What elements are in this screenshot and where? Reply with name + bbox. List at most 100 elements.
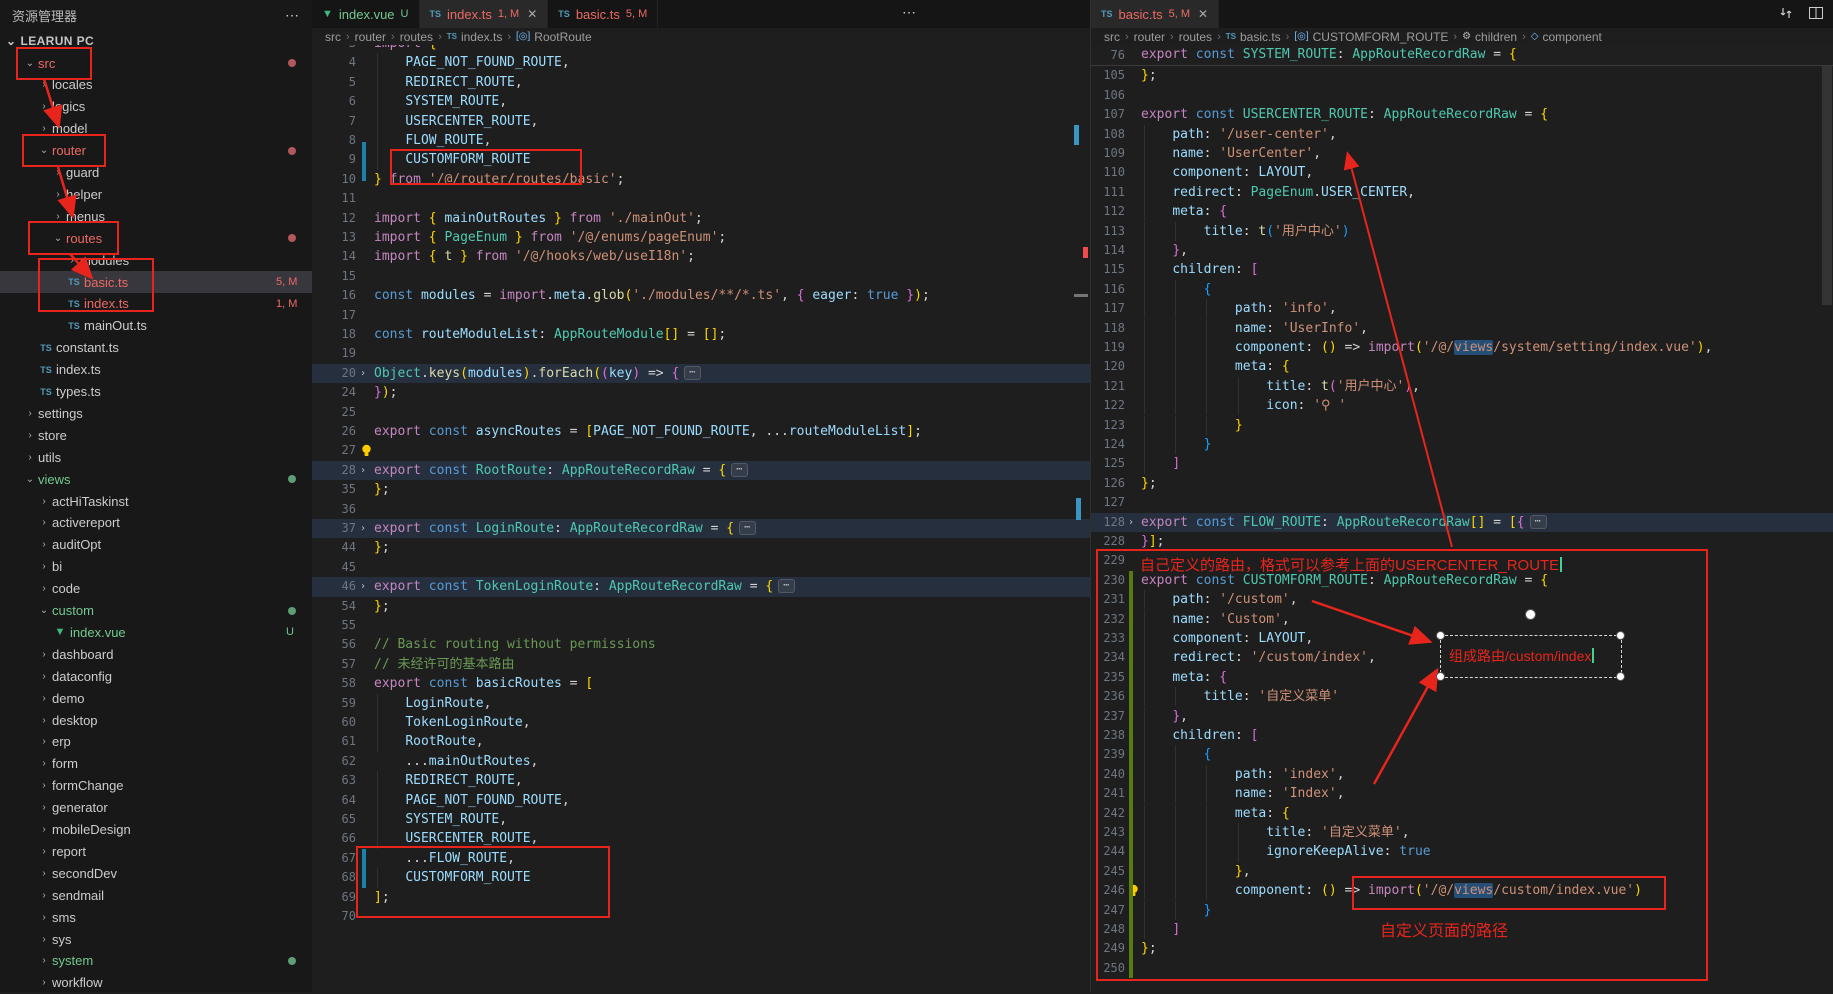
code-line-117[interactable]: 117 path: 'info',: [1091, 299, 1833, 318]
tree-item-sendmail[interactable]: ›sendmail: [0, 884, 312, 906]
code-line-242[interactable]: 242 meta: {: [1091, 804, 1833, 823]
tree-item-store[interactable]: ›store: [0, 424, 312, 446]
selection-handle[interactable]: [1616, 672, 1625, 681]
code-line-17[interactable]: 17: [312, 306, 1090, 325]
code-line-68[interactable]: 68 CUSTOMFORM_ROUTE: [312, 868, 1090, 887]
tab-index-ts[interactable]: TSindex.ts1, M✕: [420, 0, 549, 28]
code-line-37[interactable]: 37›export const LoginRoute: AppRouteReco…: [312, 519, 1090, 538]
folded-code-icon[interactable]: ⋯: [778, 579, 795, 593]
code-line-240[interactable]: 240 path: 'index',: [1091, 765, 1833, 784]
code-line-66[interactable]: 66 USERCENTER_ROUTE,: [312, 829, 1090, 848]
code-line-119[interactable]: 119 component: () => import('/@/views/sy…: [1091, 338, 1833, 357]
code-line-57[interactable]: 57// 未经许可的基本路由: [312, 655, 1090, 674]
close-icon[interactable]: ✕: [1198, 7, 1208, 21]
tree-item-utils[interactable]: ›utils: [0, 446, 312, 468]
code-line-127[interactable]: 127: [1091, 493, 1833, 512]
breadcrumb-CUSTOMFORM_ROUTE[interactable]: [◎]CUSTOMFORM_ROUTE: [1294, 30, 1448, 44]
code-line-70[interactable]: 70: [312, 907, 1090, 926]
code-line-229[interactable]: 229: [1091, 551, 1833, 570]
code-line-55[interactable]: 55: [312, 616, 1090, 635]
code-line-20[interactable]: 20›Object.keys(modules).forEach((key) =>…: [312, 364, 1090, 383]
code-line-236[interactable]: 236 title: '自定义菜单': [1091, 687, 1833, 706]
code-line-118[interactable]: 118 name: 'UserInfo',: [1091, 319, 1833, 338]
tree-item-basic-ts[interactable]: TSbasic.ts5, M: [0, 271, 312, 293]
tree-item-system[interactable]: ›system: [0, 950, 312, 972]
code-line-110[interactable]: 110 component: LAYOUT,: [1091, 163, 1833, 182]
code-line-121[interactable]: 121 title: t('用户中心'),: [1091, 377, 1833, 396]
code-line-5[interactable]: 5 REDIRECT_ROUTE,: [312, 73, 1090, 92]
breadcrumb-RootRoute[interactable]: [◎]RootRoute: [516, 30, 592, 44]
code-line-9[interactable]: 9 CUSTOMFORM_ROUTE: [312, 150, 1090, 169]
code-line-7[interactable]: 7 USERCENTER_ROUTE,: [312, 112, 1090, 131]
code-line-45[interactable]: 45: [312, 558, 1090, 577]
open-changes-icon[interactable]: [1778, 5, 1794, 21]
breadcrumb-index-ts[interactable]: TSindex.ts: [447, 30, 503, 44]
code-line-231[interactable]: 231 path: '/custom',: [1091, 590, 1833, 609]
code-line-239[interactable]: 239 {: [1091, 745, 1833, 764]
code-line-27[interactable]: 27: [312, 441, 1090, 460]
code-line-105[interactable]: 105};: [1091, 66, 1833, 85]
right-code-editor[interactable]: 105};106107export const USERCENTER_ROUTE…: [1091, 45, 1833, 992]
code-line-244[interactable]: 244 ignoreKeepAlive: true: [1091, 842, 1833, 861]
code-line-46[interactable]: 46›export const TokenLoginRoute: AppRout…: [312, 577, 1090, 596]
code-line-60[interactable]: 60 TokenLoginRoute,: [312, 713, 1090, 732]
fold-chevron-icon[interactable]: ›: [360, 364, 366, 383]
code-line-241[interactable]: 241 name: 'Index',: [1091, 784, 1833, 803]
tree-item-form[interactable]: ›form: [0, 753, 312, 775]
code-line-3[interactable]: 3import {: [312, 45, 1090, 53]
code-line-19[interactable]: 19: [312, 344, 1090, 363]
code-line-228[interactable]: 228}];: [1091, 532, 1833, 551]
code-line-237[interactable]: 237 },: [1091, 707, 1833, 726]
code-line-12[interactable]: 12import { mainOutRoutes } from './mainO…: [312, 209, 1090, 228]
tree-item-demo[interactable]: ›demo: [0, 687, 312, 709]
tree-item-sms[interactable]: ›sms: [0, 906, 312, 928]
folded-code-icon[interactable]: ⋯: [739, 521, 756, 535]
tree-item-model[interactable]: ›model: [0, 118, 312, 140]
code-line-120[interactable]: 120 meta: {: [1091, 357, 1833, 376]
code-line-246[interactable]: 246 component: () => import('/@/views/cu…: [1091, 881, 1833, 900]
fold-chevron-icon[interactable]: ›: [360, 577, 366, 596]
tree-item-settings[interactable]: ›settings: [0, 402, 312, 424]
code-line-62[interactable]: 62 ...mainOutRoutes,: [312, 752, 1090, 771]
tree-item-sys[interactable]: ›sys: [0, 928, 312, 950]
tree-item-logics[interactable]: ›logics: [0, 96, 312, 118]
tree-item-constant-ts[interactable]: TSconstant.ts: [0, 337, 312, 359]
code-line-245[interactable]: 245 },: [1091, 862, 1833, 881]
code-line-36[interactable]: 36: [312, 500, 1090, 519]
tree-item-mobileDesign[interactable]: ›mobileDesign: [0, 819, 312, 841]
code-line-15[interactable]: 15: [312, 267, 1090, 286]
code-line-106[interactable]: 106: [1091, 86, 1833, 105]
code-line-4[interactable]: 4 PAGE_NOT_FOUND_ROUTE,: [312, 53, 1090, 72]
tree-item-src[interactable]: ⌄src: [0, 52, 312, 74]
code-line-250[interactable]: 250: [1091, 959, 1833, 978]
code-line-65[interactable]: 65 SYSTEM_ROUTE,: [312, 810, 1090, 829]
tab-basic-ts[interactable]: TSbasic.ts5, M: [548, 0, 658, 28]
middle-editor-actions-icon[interactable]: ⋯: [902, 4, 917, 21]
tree-item-custom[interactable]: ⌄custom: [0, 600, 312, 622]
code-line-126[interactable]: 126};: [1091, 474, 1833, 493]
code-line-69[interactable]: 69];: [312, 888, 1090, 907]
code-line-26[interactable]: 26export const asyncRoutes = [PAGE_NOT_F…: [312, 422, 1090, 441]
code-line-54[interactable]: 54};: [312, 597, 1090, 616]
code-line-125[interactable]: 125 ]: [1091, 454, 1833, 473]
tree-item-workflow[interactable]: ›workflow: [0, 972, 312, 994]
tree-item-router[interactable]: ⌄router: [0, 140, 312, 162]
code-line-107[interactable]: 107export const USERCENTER_ROUTE: AppRou…: [1091, 105, 1833, 124]
tree-item-activereport[interactable]: ›activereport: [0, 512, 312, 534]
code-line-67[interactable]: 67 ...FLOW_ROUTE,: [312, 849, 1090, 868]
tree-item-types-ts[interactable]: TStypes.ts: [0, 381, 312, 403]
tree-item-formChange[interactable]: ›formChange: [0, 775, 312, 797]
code-line-108[interactable]: 108 path: '/user-center',: [1091, 125, 1833, 144]
code-line-24[interactable]: 24});: [312, 383, 1090, 402]
annotation-textbox-selection[interactable]: [1440, 635, 1622, 678]
tree-item-actHiTaskinst[interactable]: ›actHiTaskinst: [0, 490, 312, 512]
tree-item-bi[interactable]: ›bi: [0, 556, 312, 578]
code-line-247[interactable]: 247 }: [1091, 901, 1833, 920]
breadcrumb-router[interactable]: router: [1134, 30, 1165, 44]
code-line-64[interactable]: 64 PAGE_NOT_FOUND_ROUTE,: [312, 791, 1090, 810]
code-line-13[interactable]: 13import { PageEnum } from '/@/enums/pag…: [312, 228, 1090, 247]
code-line-10[interactable]: 10} from '/@/router/routes/basic';: [312, 170, 1090, 189]
code-line-11[interactable]: 11: [312, 189, 1090, 208]
selection-handle[interactable]: [1436, 631, 1445, 640]
code-line-109[interactable]: 109 name: 'UserCenter',: [1091, 144, 1833, 163]
